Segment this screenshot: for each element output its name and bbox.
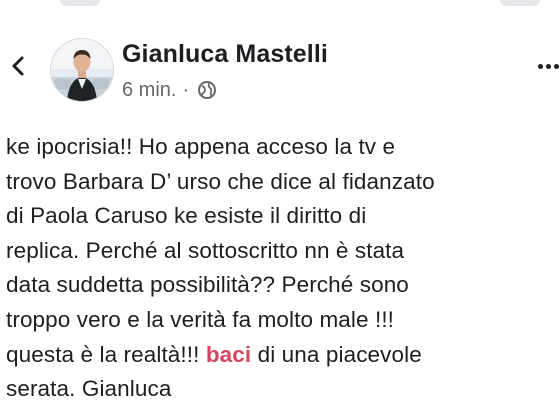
post-line-text: di una piacevole	[251, 341, 422, 367]
back-button[interactable]	[4, 48, 32, 84]
post-line: data suddetta possibilità?? Perché sono	[6, 272, 409, 298]
meta-separator: ·	[182, 78, 190, 101]
more-options-button[interactable]	[536, 54, 560, 78]
post-line: trovo Barbara D’ urso che dice al fidanz…	[6, 168, 435, 194]
top-strip-mark	[60, 0, 100, 6]
highlighted-word-link[interactable]: baci	[206, 342, 251, 367]
facebook-post-screen: Gianluca Mastelli 6 min. · ke ipocrisia!…	[0, 0, 560, 420]
chevron-left-icon	[12, 56, 24, 76]
post-line-text: questa è la realtà!!!	[6, 341, 206, 367]
post-line: questa è la realtà!!! baci di una piacev…	[6, 338, 554, 373]
post-line: di Paola Caruso ke esiste il diritto di	[6, 203, 367, 229]
post-line: troppo vero e la verità fa molto male !!…	[6, 306, 395, 332]
top-strip-mark	[500, 0, 540, 6]
top-strip	[0, 0, 560, 14]
globe-icon[interactable]	[197, 80, 217, 100]
post-header: Gianluca Mastelli 6 min. ·	[0, 30, 560, 116]
avatar[interactable]	[50, 38, 114, 102]
profile-photo-icon	[51, 39, 113, 101]
post-meta: 6 min. ·	[122, 77, 217, 103]
post-line: serata. Gianluca	[6, 376, 172, 402]
author-name[interactable]: Gianluca Mastelli	[122, 40, 328, 69]
post-line: ke ipocrisia!! Ho appena acceso la tv e	[6, 134, 396, 159]
post-time[interactable]: 6 min.	[122, 79, 176, 102]
post-line: replica. Perché al sottoscritto nn è sta…	[6, 237, 405, 263]
post-text: ke ipocrisia!! Ho appena acceso la tv e …	[6, 130, 554, 407]
